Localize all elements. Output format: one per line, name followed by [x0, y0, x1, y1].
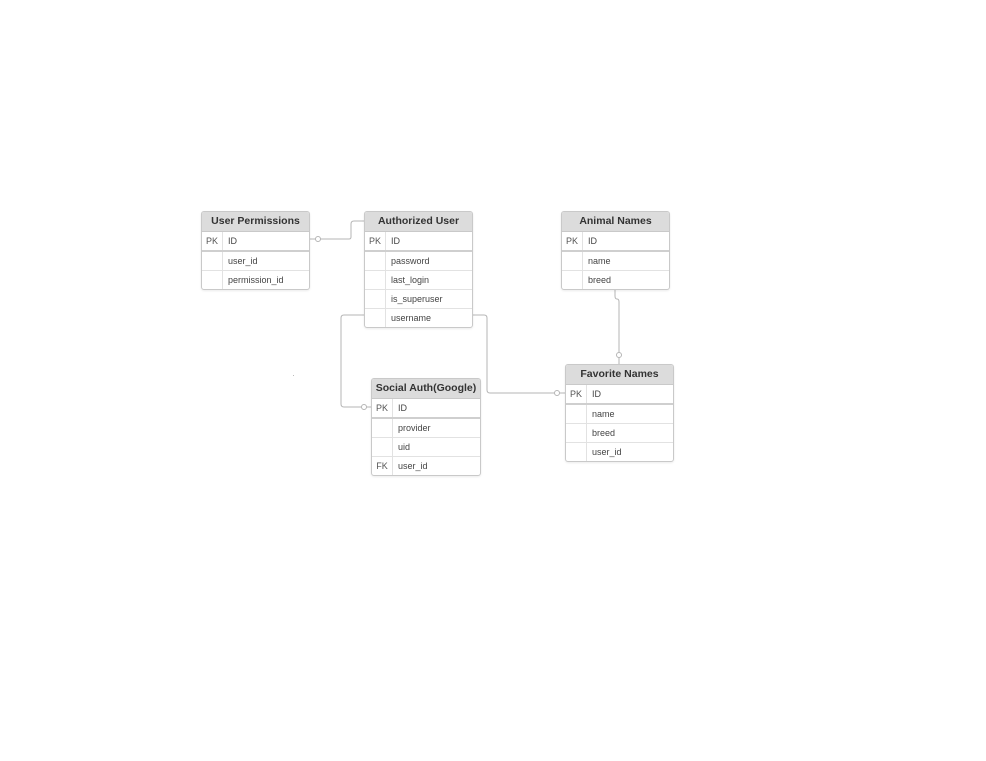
key-cell: PK	[365, 232, 386, 250]
entity-row[interactable]: permission_id	[202, 271, 309, 289]
connector-authorized-user-to-social-auth[interactable]	[340, 314, 372, 408]
key-cell	[365, 290, 386, 308]
field-name: user_id	[592, 447, 622, 457]
key-cell: PK	[562, 232, 583, 250]
key-cell	[566, 443, 587, 461]
field-name: password	[391, 256, 430, 266]
entity-row[interactable]: PK ID	[202, 232, 309, 252]
zero-end-marker	[361, 404, 367, 410]
entity-row[interactable]: breed	[566, 424, 673, 443]
field-name: is_superuser	[391, 294, 443, 304]
entity-row[interactable]: uid	[372, 438, 480, 457]
field-name: ID	[592, 389, 601, 399]
key-cell	[566, 424, 587, 442]
relationship-connectors	[309, 220, 622, 410]
key-cell: PK	[566, 385, 587, 403]
field-name: provider	[398, 423, 431, 433]
entity-row[interactable]: PK ID	[365, 232, 472, 252]
zero-end-marker	[554, 390, 560, 396]
er-diagram-canvas: User Permissions PK ID user_id permissio…	[0, 0, 986, 761]
field-name: ID	[398, 403, 407, 413]
key-cell	[202, 252, 223, 270]
key-cell	[562, 252, 583, 270]
field-name: name	[592, 409, 615, 419]
entity-row[interactable]: FK user_id	[372, 457, 480, 475]
entity-title: Animal Names	[562, 212, 669, 232]
entity-row[interactable]: PK ID	[566, 385, 673, 405]
entity-social-auth[interactable]: Social Auth(Google) PK ID provider uid F…	[371, 378, 481, 476]
key-cell	[562, 271, 583, 289]
entity-title: User Permissions	[202, 212, 309, 232]
entity-row[interactable]: PK ID	[372, 399, 480, 419]
key-cell	[365, 309, 386, 327]
stray-mark	[293, 375, 294, 376]
entity-row[interactable]: name	[562, 252, 669, 271]
entity-authorized-user[interactable]: Authorized User PK ID password last_logi…	[364, 211, 473, 328]
key-cell	[372, 438, 393, 456]
key-cell	[365, 252, 386, 270]
entity-row[interactable]: is_superuser	[365, 290, 472, 309]
field-name: ID	[588, 236, 597, 246]
field-name: user_id	[398, 461, 428, 471]
key-cell: FK	[372, 457, 393, 475]
entity-user-permissions[interactable]: User Permissions PK ID user_id permissio…	[201, 211, 310, 290]
entity-row[interactable]: last_login	[365, 271, 472, 290]
entity-row[interactable]: user_id	[202, 252, 309, 271]
field-name: name	[588, 256, 611, 266]
field-name: user_id	[228, 256, 258, 266]
entity-row[interactable]: PK ID	[562, 232, 669, 252]
field-name: uid	[398, 442, 411, 452]
key-cell	[566, 405, 587, 423]
entity-row[interactable]: name	[566, 405, 673, 424]
entity-title: Authorized User	[365, 212, 472, 232]
field-name: ID	[391, 236, 400, 246]
entity-title: Favorite Names	[566, 365, 673, 385]
field-name: breed	[592, 428, 616, 438]
entity-row[interactable]: provider	[372, 419, 480, 438]
key-cell	[365, 271, 386, 289]
key-cell	[372, 419, 393, 437]
field-name: breed	[588, 275, 612, 285]
connector-authorized-user-to-favorite-names[interactable]	[471, 314, 566, 394]
entity-row[interactable]: password	[365, 252, 472, 271]
entity-row[interactable]: user_id	[566, 443, 673, 461]
field-name: permission_id	[228, 275, 284, 285]
field-name: username	[391, 313, 432, 323]
entity-animal-names[interactable]: Animal Names PK ID name breed	[561, 211, 670, 290]
field-name: ID	[228, 236, 237, 246]
entity-title: Social Auth(Google)	[372, 379, 480, 399]
key-cell: PK	[202, 232, 223, 250]
entity-row[interactable]: username	[365, 309, 472, 327]
field-name: last_login	[391, 275, 430, 285]
entity-favorite-names[interactable]: Favorite Names PK ID name breed user_id	[565, 364, 674, 462]
key-cell: PK	[372, 399, 393, 417]
zero-end-marker	[616, 352, 622, 358]
entity-row[interactable]: breed	[562, 271, 669, 289]
zero-end-marker	[315, 236, 321, 242]
key-cell	[202, 271, 223, 289]
